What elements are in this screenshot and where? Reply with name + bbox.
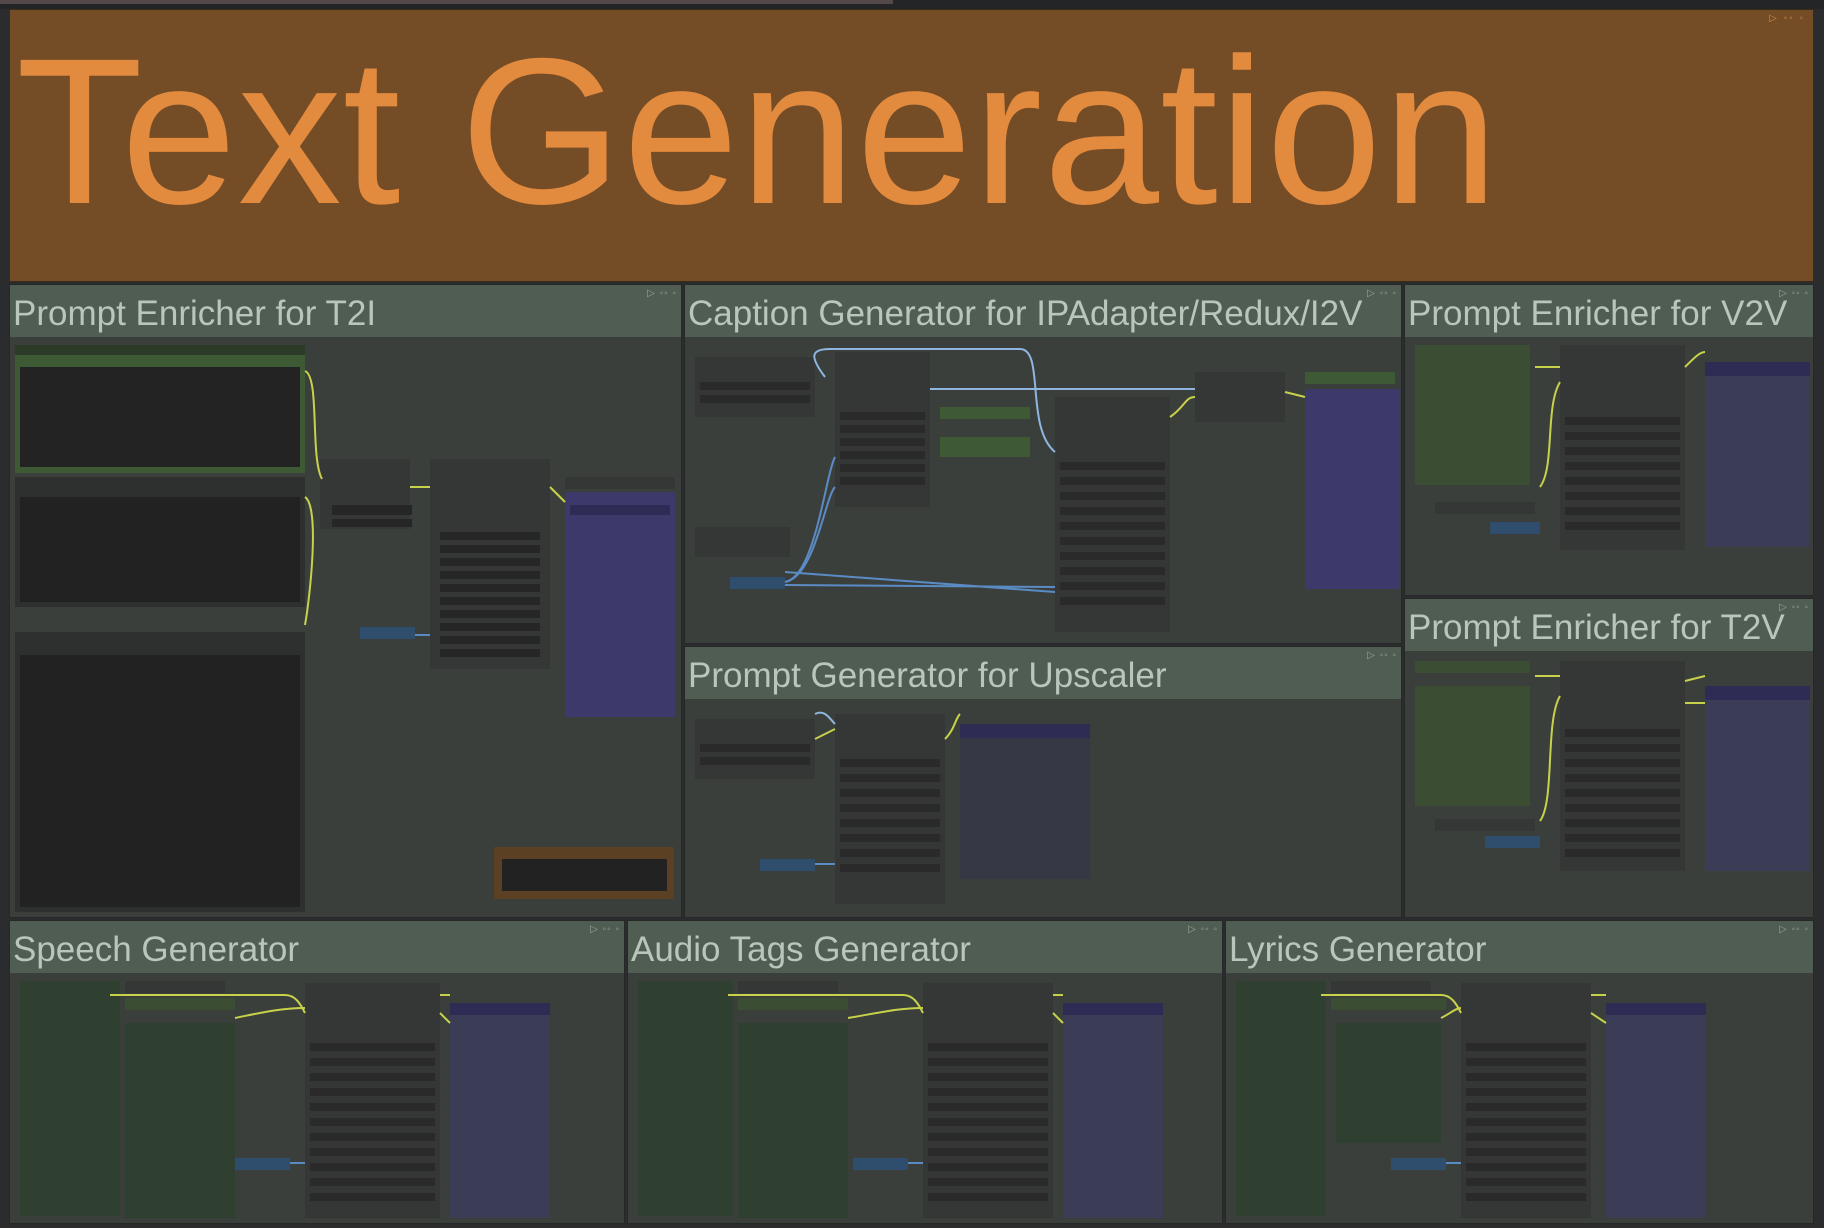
group-header[interactable]: Prompt Enricher for T2V ▷ ◦◦ ◦ — [1405, 599, 1813, 651]
text-area — [20, 655, 300, 907]
node-graph[interactable] — [685, 699, 1402, 918]
text-area — [20, 367, 300, 467]
output-preview-node — [960, 724, 1090, 879]
node-graph[interactable] — [1405, 651, 1814, 918]
group-canvas[interactable] — [685, 699, 1401, 917]
group-title: Audio Tags Generator — [631, 930, 971, 969]
group-canvas[interactable] — [1405, 651, 1813, 917]
group-canvas[interactable] — [628, 973, 1222, 1223]
group-audio-tags-generator[interactable]: Audio Tags Generator ▷ ◦◦ ◦ — [627, 920, 1223, 1224]
seed-widget — [360, 627, 415, 639]
text-input-node — [738, 1023, 848, 1218]
text-input-node — [1236, 981, 1326, 1216]
text-input-node — [1336, 1023, 1441, 1143]
group-title: Prompt Enricher for T2V — [1408, 608, 1785, 647]
seed-widget — [760, 859, 815, 871]
group-caption-generator[interactable]: Caption Generator for IPAdapter/Redux/I2… — [684, 284, 1402, 644]
output-preview-node — [450, 1003, 550, 1218]
seed-widget — [853, 1158, 908, 1170]
seed-widget — [730, 577, 785, 589]
seed-widget — [1485, 836, 1540, 848]
node-graph[interactable] — [1226, 973, 1814, 1224]
group-header[interactable]: Caption Generator for IPAdapter/Redux/I2… — [685, 285, 1401, 337]
node-graph[interactable] — [685, 337, 1402, 644]
group-controls-icon[interactable]: ▷ ◦◦ ◦ — [1779, 602, 1809, 613]
group-prompt-enricher-t2i[interactable]: Prompt Enricher for T2I ▷ ◦◦ ◦ — [9, 284, 682, 918]
text-generation-title: Text Generation — [16, 16, 1500, 248]
group-title: Prompt Enricher for V2V — [1408, 294, 1788, 333]
group-title: Prompt Generator for Upscaler — [688, 656, 1167, 695]
group-canvas[interactable] — [685, 337, 1401, 643]
group-header[interactable]: Prompt Enricher for V2V ▷ ◦◦ ◦ — [1405, 285, 1813, 337]
output-preview-node — [1705, 686, 1810, 871]
node-title — [15, 345, 305, 355]
group-header[interactable]: Speech Generator ▷ ◦◦ ◦ — [10, 921, 624, 973]
node-graph[interactable] — [10, 973, 625, 1224]
text-area — [20, 497, 300, 602]
text-input-node — [125, 1023, 235, 1218]
seed-widget — [1490, 522, 1540, 534]
group-speech-generator[interactable]: Speech Generator ▷ ◦◦ ◦ — [9, 920, 625, 1224]
output-preview-node — [1063, 1003, 1163, 1218]
top-bar-scroll-indicator[interactable] — [0, 0, 893, 4]
group-canvas[interactable] — [1226, 973, 1813, 1223]
group-controls-icon[interactable]: ▷ ◦◦ ◦ — [1367, 650, 1397, 661]
group-controls-icon[interactable]: ▷ ◦◦ ◦ — [1769, 13, 1805, 24]
output-preview-node — [565, 492, 675, 717]
processing-node — [320, 459, 410, 529]
group-header[interactable]: Prompt Generator for Upscaler ▷ ◦◦ ◦ — [685, 647, 1401, 699]
group-prompt-enricher-t2v[interactable]: Prompt Enricher for T2V ▷ ◦◦ ◦ — [1404, 598, 1814, 918]
node-graph[interactable] — [628, 973, 1223, 1224]
group-prompt-generator-upscaler[interactable]: Prompt Generator for Upscaler ▷ ◦◦ ◦ — [684, 646, 1402, 918]
group-prompt-enricher-v2v[interactable]: Prompt Enricher for V2V ▷ ◦◦ ◦ — [1404, 284, 1814, 596]
group-canvas[interactable] — [1405, 337, 1813, 595]
node-graph[interactable] — [10, 337, 682, 918]
group-title: Caption Generator for IPAdapter/Redux/I2… — [688, 294, 1363, 333]
group-canvas[interactable] — [10, 337, 681, 917]
group-canvas[interactable] — [10, 973, 624, 1223]
seed-widget — [1391, 1158, 1446, 1170]
group-header[interactable]: Prompt Enricher for T2I ▷ ◦◦ ◦ — [10, 285, 681, 337]
seed-widget — [235, 1158, 290, 1170]
text-input-node — [1415, 345, 1530, 485]
text-input-node — [20, 981, 120, 1216]
group-controls-icon[interactable]: ▷ ◦◦ ◦ — [647, 288, 677, 299]
group-controls-icon[interactable]: ▷ ◦◦ ◦ — [1188, 924, 1218, 935]
group-title: Lyrics Generator — [1229, 930, 1487, 969]
output-preview-node — [1305, 389, 1400, 589]
text-input-node — [638, 981, 733, 1216]
group-title: Speech Generator — [13, 930, 300, 969]
output-preview-node — [1606, 1003, 1706, 1218]
group-controls-icon[interactable]: ▷ ◦◦ ◦ — [590, 924, 620, 935]
group-controls-icon[interactable]: ▷ ◦◦ ◦ — [1779, 924, 1809, 935]
group-title: Prompt Enricher for T2I — [13, 294, 377, 333]
group-header[interactable]: Lyrics Generator ▷ ◦◦ ◦ — [1226, 921, 1813, 973]
group-header[interactable]: Audio Tags Generator ▷ ◦◦ ◦ — [628, 921, 1222, 973]
group-controls-icon[interactable]: ▷ ◦◦ ◦ — [1779, 288, 1809, 299]
text-input-node — [1415, 686, 1530, 806]
group-lyrics-generator[interactable]: Lyrics Generator ▷ ◦◦ ◦ — [1225, 920, 1814, 1224]
node-graph[interactable] — [1405, 337, 1814, 596]
output-preview-node — [1705, 362, 1810, 547]
text-generation-group[interactable]: Text Generation ▷ ◦◦ ◦ — [9, 9, 1814, 282]
group-controls-icon[interactable]: ▷ ◦◦ ◦ — [1367, 288, 1397, 299]
